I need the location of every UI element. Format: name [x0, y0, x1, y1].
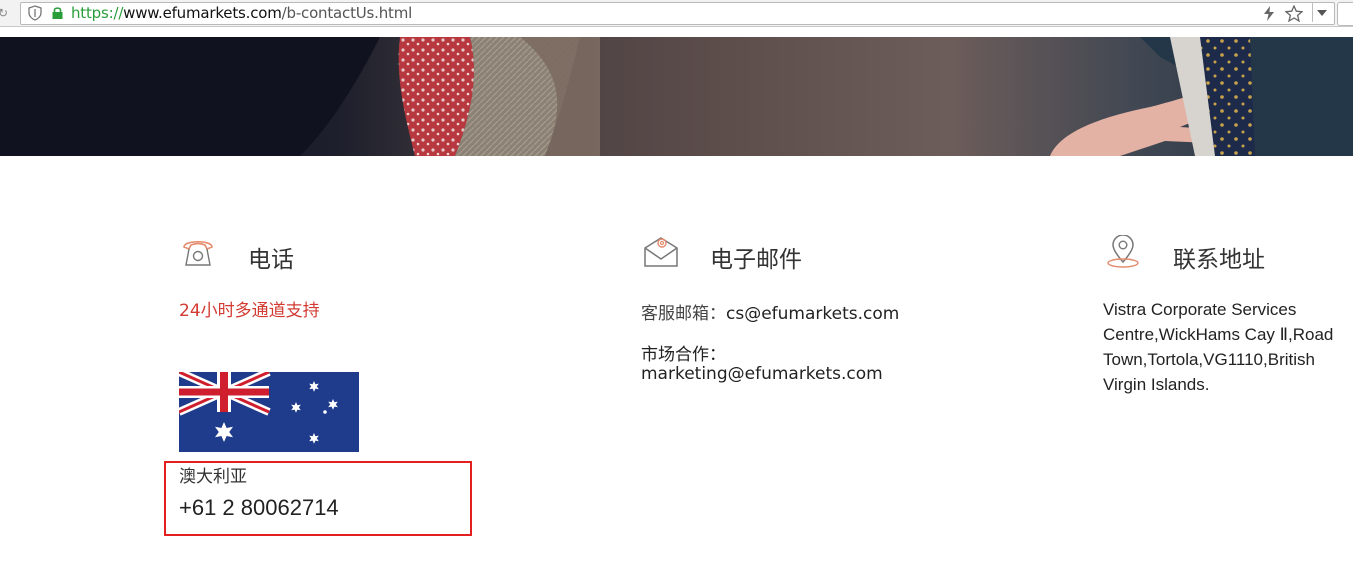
- marketing-email-link[interactable]: marketing@efumarkets.com: [641, 364, 883, 384]
- browser-toolbar: ↻ https://www.efumarkets.com/b-contactUs…: [0, 0, 1353, 27]
- bookmark-star-icon[interactable]: [1285, 5, 1303, 22]
- url-scheme: https://: [71, 4, 124, 22]
- service-email-label: 客服邮箱：: [641, 304, 726, 324]
- address-bar[interactable]: https://www.efumarkets.com/b-contactUs.h…: [20, 2, 1335, 25]
- marketing-email-label: 市场合作：: [641, 345, 726, 365]
- location-pin-icon: [1107, 235, 1139, 268]
- url-text[interactable]: https://www.efumarkets.com/b-contactUs.h…: [71, 4, 412, 22]
- address-title: 联系地址: [1173, 247, 1265, 273]
- lock-icon: [52, 7, 63, 19]
- country-name: 澳大利亚: [179, 467, 247, 487]
- australia-flag-icon: [179, 372, 359, 452]
- url-path: /b-contactUs.html: [281, 4, 413, 22]
- service-email-link[interactable]: cs@efumarkets.com: [726, 304, 899, 324]
- service-email-line: 客服邮箱：cs@efumarkets.com: [641, 299, 899, 324]
- flash-icon[interactable]: [1263, 6, 1275, 21]
- hero-image: [0, 37, 1353, 156]
- address-text: Vistra Corporate Services Centre,WickHam…: [1103, 300, 1334, 394]
- envelope-at-icon: [644, 237, 678, 267]
- reload-icon[interactable]: ↻: [0, 6, 8, 20]
- telephone-icon: [183, 240, 213, 266]
- url-host: www.efumarkets.com: [123, 4, 282, 22]
- phone-title: 电话: [248, 247, 294, 273]
- phone-number[interactable]: +61 2 80062714: [179, 495, 339, 521]
- support-text: 24小时多通道支持: [179, 301, 320, 321]
- shield-icon[interactable]: [28, 5, 42, 21]
- chevron-down-icon[interactable]: [1316, 9, 1328, 17]
- extension-button[interactable]: [1337, 2, 1353, 26]
- hero-banner: [0, 37, 1353, 156]
- email-title: 电子邮件: [710, 247, 802, 273]
- toolbar-separator: [1312, 3, 1313, 22]
